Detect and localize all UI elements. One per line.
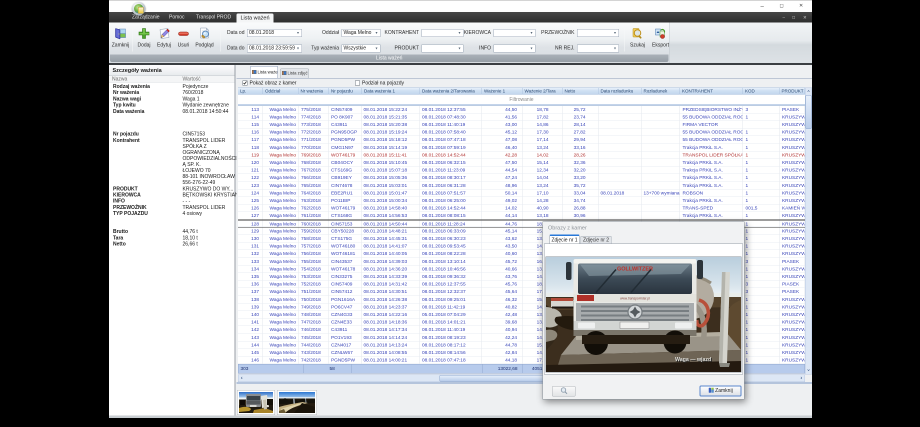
svg-text:www.transpol-lider.pl: www.transpol-lider.pl xyxy=(620,297,650,301)
svg-text:GOLLWITZER: GOLLWITZER xyxy=(617,267,653,273)
svg-text:Waga — wjazd: Waga — wjazd xyxy=(675,357,711,363)
